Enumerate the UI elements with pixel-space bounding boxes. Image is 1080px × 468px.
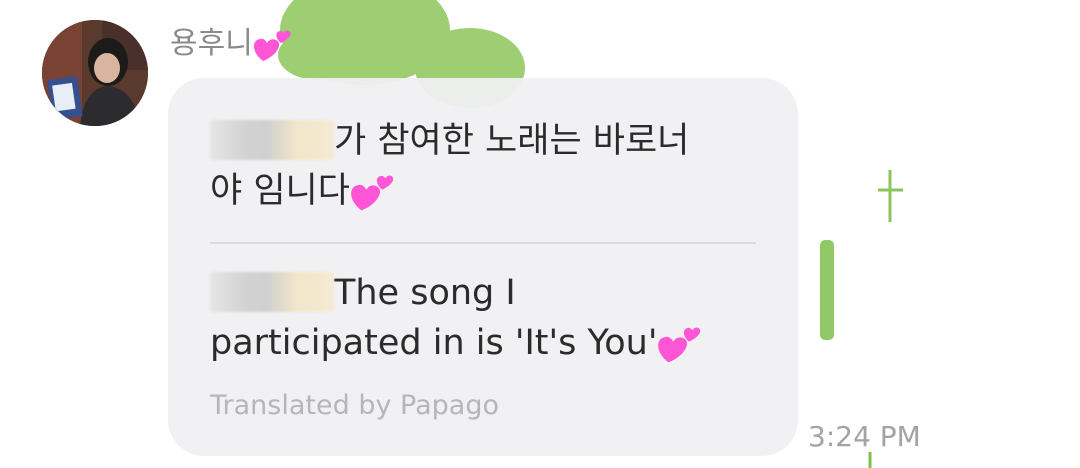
translation-divider <box>210 242 756 244</box>
translated-message: The song I participated in is 'It's You' <box>210 268 703 368</box>
translation-caption: Translated by Papago <box>210 390 499 421</box>
profile-photo-icon <box>42 20 148 126</box>
original-message: 가 참여한 노래는 바로너 야 임니다 <box>210 116 689 216</box>
translated-line-2: participated in is 'It's You' <box>210 318 703 368</box>
original-line-2: 야 임니다 <box>210 166 689 216</box>
two-hearts-icon <box>351 175 394 211</box>
original-line-1-text: 가 참여한 노래는 바로너 <box>334 121 690 161</box>
message-bubble[interactable]: 가 참여한 노래는 바로너 야 임니다 The song I participa… <box>168 78 798 456</box>
blurred-name-redaction <box>210 120 334 160</box>
sender-avatar[interactable] <box>42 20 148 126</box>
sender-name: 용후니 <box>170 26 293 63</box>
translated-line-1-text: The song I <box>334 273 516 313</box>
message-timestamp: 3:24 PM <box>808 420 921 453</box>
translated-line-2-text: participated in is 'It's You' <box>210 323 658 363</box>
sender-name-text: 용후니 <box>170 26 253 61</box>
original-line-1: 가 참여한 노래는 바로너 <box>210 116 689 166</box>
original-line-2-text: 야 임니다 <box>210 171 350 211</box>
two-hearts-icon <box>253 30 291 61</box>
two-hearts-icon <box>658 327 701 363</box>
blurred-name-redaction <box>210 272 334 312</box>
translated-line-1: The song I <box>210 268 703 318</box>
